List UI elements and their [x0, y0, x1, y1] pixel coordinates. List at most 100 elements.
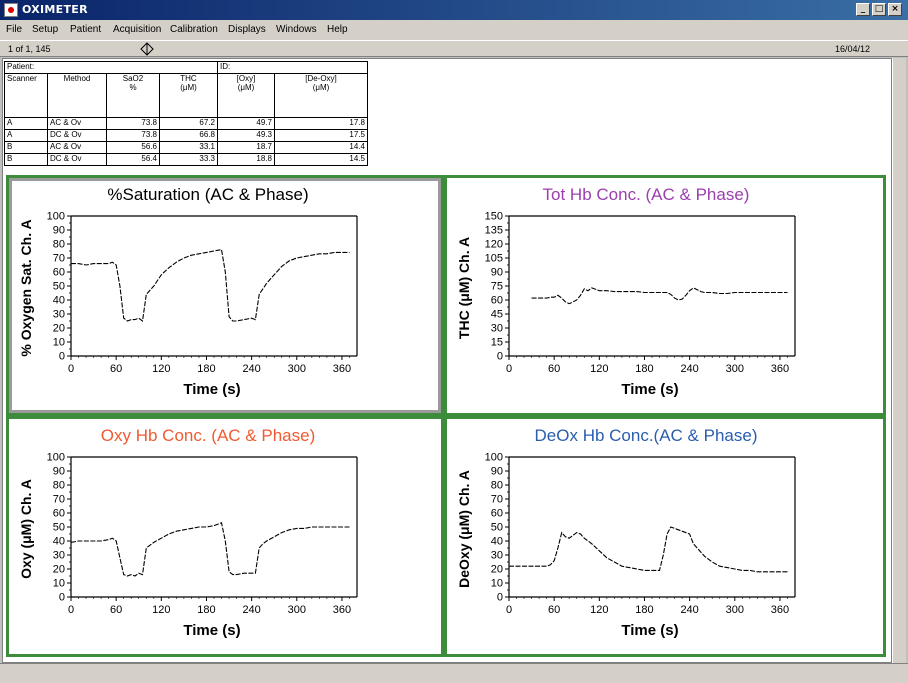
x-tick-label: 240 [680, 363, 698, 375]
y-tick-label: 10 [491, 578, 503, 590]
column-header: [Oxy] (μM) [217, 73, 275, 118]
x-tick-label: 120 [152, 363, 170, 375]
table-cell: DC & Ov [47, 129, 107, 142]
x-axis-label: Time (s) [183, 381, 240, 398]
y-tick-label: 90 [53, 466, 65, 478]
y-tick-label: 0 [59, 592, 65, 604]
oxy-chart-panel[interactable]: Oxy Hb Conc. (AC & Phase) 0 10 20 30 40 50 60 70… [6, 416, 444, 657]
x-tick-label: 60 [548, 604, 560, 616]
x-tick-label: 180 [197, 363, 215, 375]
menu-calibration[interactable]: Calibration [170, 24, 218, 35]
y-tick-label: 105 [485, 253, 503, 265]
table-cell: B [4, 141, 48, 154]
column-header-unit: % [129, 83, 137, 92]
y-tick-label: 80 [491, 480, 503, 492]
y-tick-label: 45 [491, 309, 503, 321]
y-tick-label: 40 [53, 536, 65, 548]
y-axis-label: % Oxygen Sat. Ch. A [18, 219, 34, 356]
x-tick-label: 120 [152, 604, 170, 616]
results-table: Patient: ID: Scanner Method SaO2% THC (μM… [4, 61, 368, 166]
table-cell: 49.7 [217, 117, 275, 130]
x-tick-label: 120 [590, 363, 608, 375]
oxy-chart: Oxy Hb Conc. (AC & Phase) 0 10 20 30 40 50 60 70… [18, 426, 358, 639]
y-tick-label: 50 [53, 522, 65, 534]
table-cell: 17.8 [274, 117, 368, 130]
x-tick-label: 60 [548, 363, 560, 375]
menu-patient[interactable]: Patient [70, 24, 101, 35]
menu-displays[interactable]: Displays [228, 24, 266, 35]
y-tick-label: 20 [491, 564, 503, 576]
x-tick-label: 0 [68, 604, 74, 616]
column-header: Scanner [4, 73, 48, 118]
thc-chart-panel[interactable]: Tot Hb Conc. (AC & Phase) 0 15 30 45 60 75 90 10… [444, 175, 886, 416]
table-row[interactable]: A DC & Ov 73.8 66.8 49.3 17.5 [4, 129, 368, 142]
table-cell: 17.5 [274, 129, 368, 142]
x-tick-label: 360 [333, 363, 351, 375]
x-axis-label: Time (s) [621, 622, 678, 639]
table-cell: A [4, 129, 48, 142]
y-tick-label: 70 [53, 253, 65, 265]
y-tick-label: 0 [59, 351, 65, 363]
column-header: SaO2% [106, 73, 160, 118]
table-header-row: Scanner Method SaO2% THC (μM) [Oxy] (μM) [… [4, 73, 368, 118]
vertical-scrollbar[interactable] [892, 58, 906, 663]
table-row[interactable]: B DC & Ov 56.4 33.3 18.8 14.5 [4, 153, 368, 166]
x-tick-label: 180 [197, 604, 215, 616]
menu-acquisition[interactable]: Acquisition [113, 24, 161, 35]
y-tick-label: 20 [53, 564, 65, 576]
table-cell: 73.8 [106, 117, 160, 130]
x-tick-label: 300 [726, 604, 744, 616]
x-tick-label: 240 [242, 363, 260, 375]
chart-title: DeOx Hb Conc.(AC & Phase) [535, 426, 758, 445]
table-cell: 73.8 [106, 129, 160, 142]
y-tick-label: 60 [491, 508, 503, 520]
series-line [71, 248, 350, 322]
y-tick-label: 40 [53, 295, 65, 307]
table-cell: 33.3 [159, 153, 218, 166]
y-tick-label: 15 [491, 337, 503, 349]
x-tick-label: 120 [590, 604, 608, 616]
record-navigator-icon[interactable] [140, 42, 154, 56]
deoxy-chart-panel[interactable]: DeOx Hb Conc.(AC & Phase) 0 10 20 30 40 50 60 70… [444, 416, 886, 657]
table-cell: AC & Ov [47, 117, 107, 130]
saturation-chart-panel[interactable]: %Saturation (AC & Phase) 0 10 20 30 40 50 60 70 8… [6, 175, 444, 416]
deoxy-chart: DeOx Hb Conc.(AC & Phase) 0 10 20 30 40 50 60 70… [456, 426, 796, 639]
close-button[interactable]: × [888, 3, 902, 16]
x-tick-label: 60 [110, 363, 122, 375]
y-tick-label: 0 [497, 592, 503, 604]
x-tick-label: 240 [680, 604, 698, 616]
minimize-button[interactable]: _ [856, 3, 870, 16]
y-tick-label: 120 [485, 239, 503, 251]
table-cell: 18.7 [217, 141, 275, 154]
y-tick-label: 135 [485, 225, 503, 237]
bottom-status-bar [0, 663, 908, 683]
column-header-text: [Oxy] [236, 74, 256, 83]
y-tick-label: 60 [53, 267, 65, 279]
table-cell: 14.4 [274, 141, 368, 154]
y-tick-label: 20 [53, 323, 65, 335]
x-axis-label: Time (s) [183, 622, 240, 639]
column-header: [De-Oxy] (μM) [274, 73, 368, 118]
table-row[interactable]: B AC & Ov 56.6 33.1 18.7 14.4 [4, 141, 368, 154]
maximize-button[interactable]: □ [872, 3, 886, 16]
y-tick-label: 30 [53, 550, 65, 562]
y-tick-label: 150 [485, 211, 503, 223]
table-cell: A [4, 117, 48, 130]
table-row[interactable]: A AC & Ov 73.8 67.2 49.7 17.8 [4, 117, 368, 130]
app-icon[interactable] [4, 3, 18, 17]
menu-windows[interactable]: Windows [276, 24, 317, 35]
y-tick-label: 30 [491, 550, 503, 562]
menu-file[interactable]: File [6, 24, 22, 35]
table-cell: 56.4 [106, 153, 160, 166]
x-tick-label: 0 [68, 363, 74, 375]
window-title: OXIMETER [22, 3, 88, 16]
table-row: Patient: ID: [4, 61, 368, 74]
y-tick-label: 75 [491, 281, 503, 293]
series-line [509, 526, 788, 573]
menu-setup[interactable]: Setup [32, 24, 58, 35]
column-header-unit: (μM) [180, 83, 197, 92]
y-tick-label: 50 [491, 522, 503, 534]
y-axis-label: THC (μM) Ch. A [456, 237, 472, 339]
column-header: Method [47, 73, 107, 118]
menu-help[interactable]: Help [327, 24, 348, 35]
